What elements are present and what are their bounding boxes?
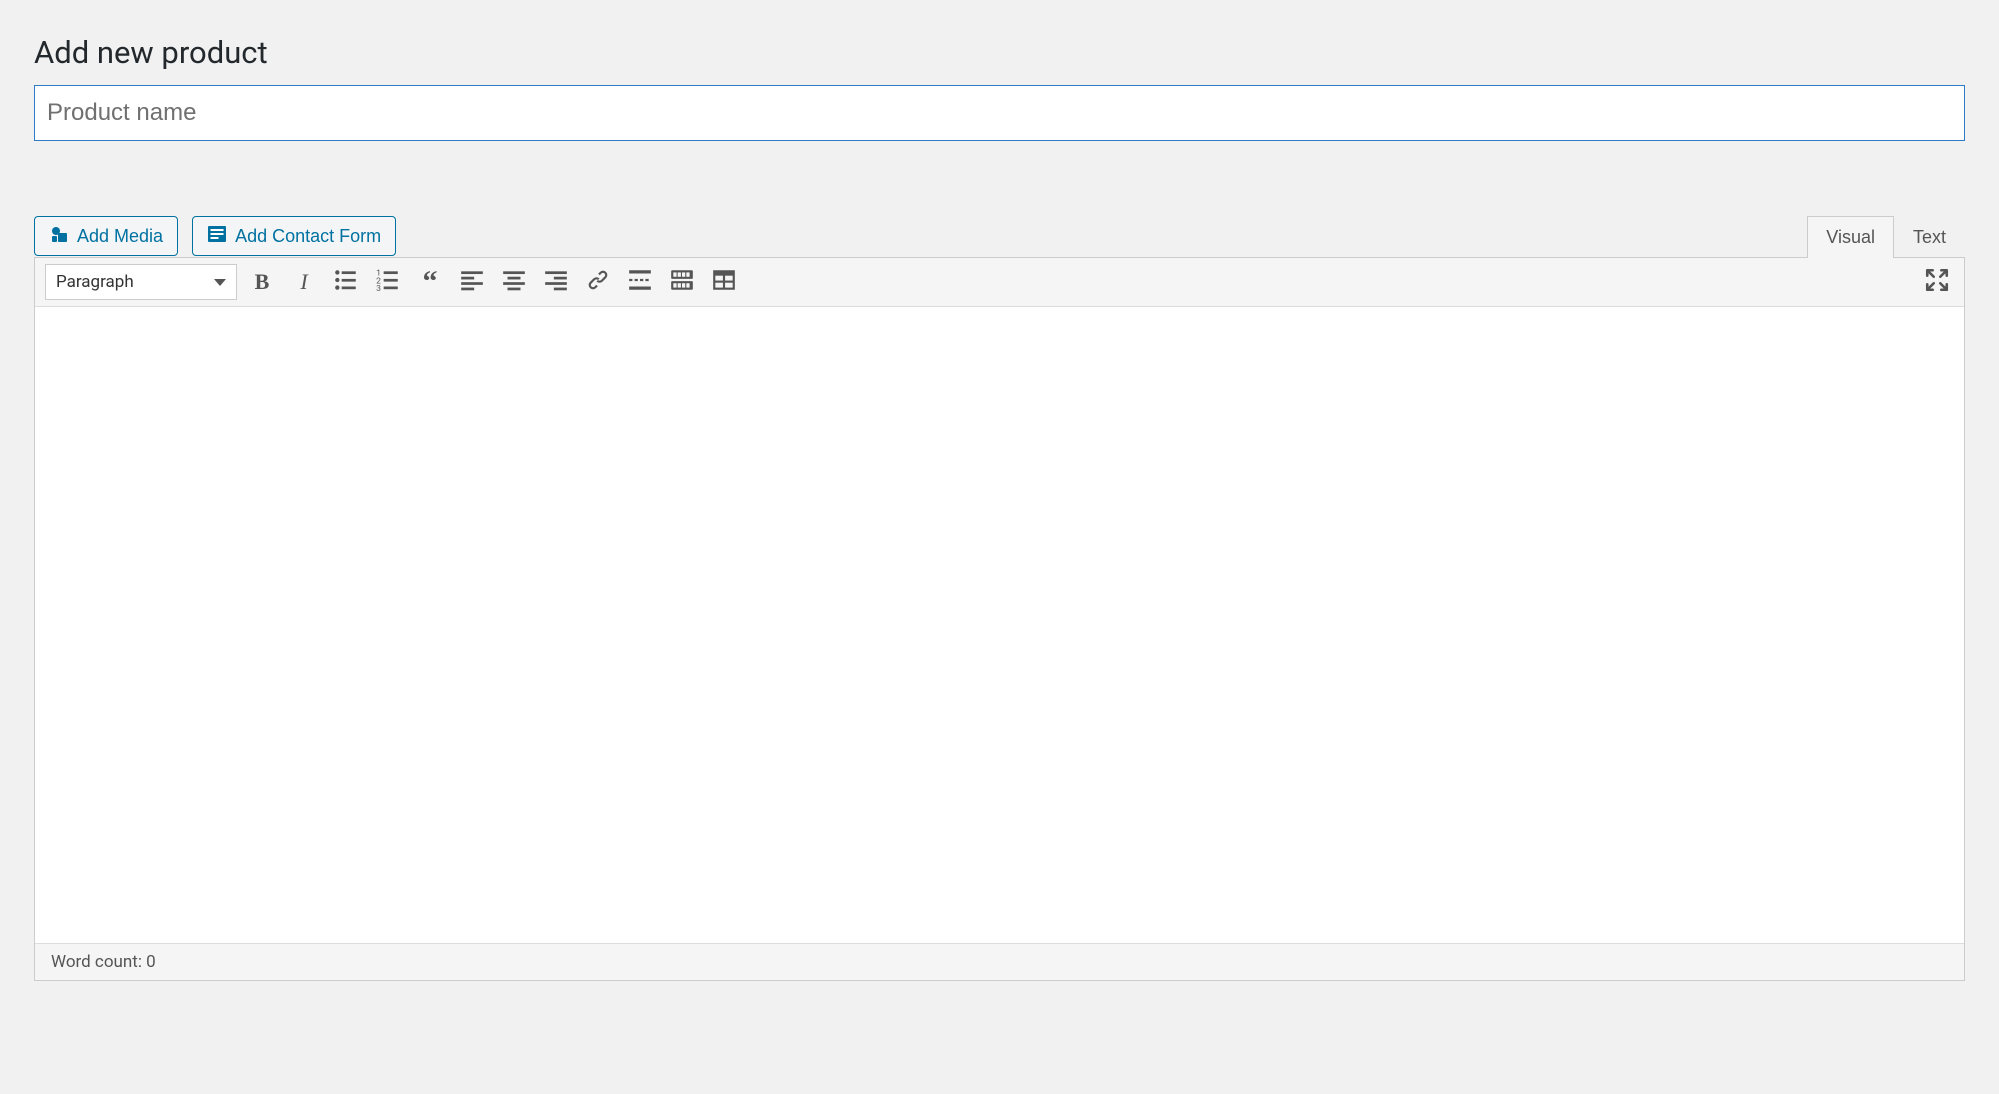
align-left-icon <box>459 267 485 297</box>
numbered-list-icon: 123 <box>375 267 401 297</box>
product-name-input[interactable] <box>34 85 1965 141</box>
form-icon <box>207 224 227 249</box>
format-select-label: Paragraph <box>56 272 134 292</box>
read-more-button[interactable] <box>623 265 657 299</box>
bold-button[interactable]: B <box>245 265 279 299</box>
fullscreen-icon <box>1924 267 1950 297</box>
numbered-list-button[interactable]: 123 <box>371 265 405 299</box>
align-right-button[interactable] <box>539 265 573 299</box>
read-more-icon <box>627 267 653 297</box>
editor-box: Paragraph B I 123 “ <box>34 257 1965 981</box>
editor-tabs: Visual Text <box>1807 215 1965 257</box>
table-button[interactable] <box>707 265 741 299</box>
chevron-down-icon <box>214 279 226 286</box>
fullscreen-button[interactable] <box>1920 265 1954 299</box>
add-media-button[interactable]: Add Media <box>34 216 178 256</box>
editor-toolbar: Paragraph B I 123 “ <box>35 258 1964 307</box>
tab-text[interactable]: Text <box>1894 216 1965 258</box>
page-title: Add new product <box>34 34 1965 71</box>
italic-button[interactable]: I <box>287 265 321 299</box>
media-icon <box>49 224 69 249</box>
table-icon <box>711 267 737 297</box>
status-bar: Word count: 0 <box>35 943 1964 980</box>
word-count-label: Word count: 0 <box>51 952 156 972</box>
content-editor[interactable] <box>35 307 1964 943</box>
toolbar-toggle-icon <box>669 267 695 297</box>
align-right-icon <box>543 267 569 297</box>
svg-text:3: 3 <box>376 284 381 293</box>
format-select[interactable]: Paragraph <box>45 264 237 300</box>
align-center-button[interactable] <box>497 265 531 299</box>
link-icon <box>585 267 611 297</box>
bullet-list-button[interactable] <box>329 265 363 299</box>
toolbar-toggle-button[interactable] <box>665 265 699 299</box>
add-media-label: Add Media <box>77 226 163 247</box>
italic-icon: I <box>300 269 307 295</box>
link-button[interactable] <box>581 265 615 299</box>
tab-visual[interactable]: Visual <box>1807 216 1894 258</box>
align-center-icon <box>501 267 527 297</box>
bullet-list-icon <box>333 267 359 297</box>
blockquote-button[interactable]: “ <box>413 265 447 299</box>
add-contact-form-label: Add Contact Form <box>235 226 381 247</box>
add-contact-form-button[interactable]: Add Contact Form <box>192 216 396 256</box>
bold-icon: B <box>255 269 270 295</box>
align-left-button[interactable] <box>455 265 489 299</box>
blockquote-icon: “ <box>423 275 438 289</box>
